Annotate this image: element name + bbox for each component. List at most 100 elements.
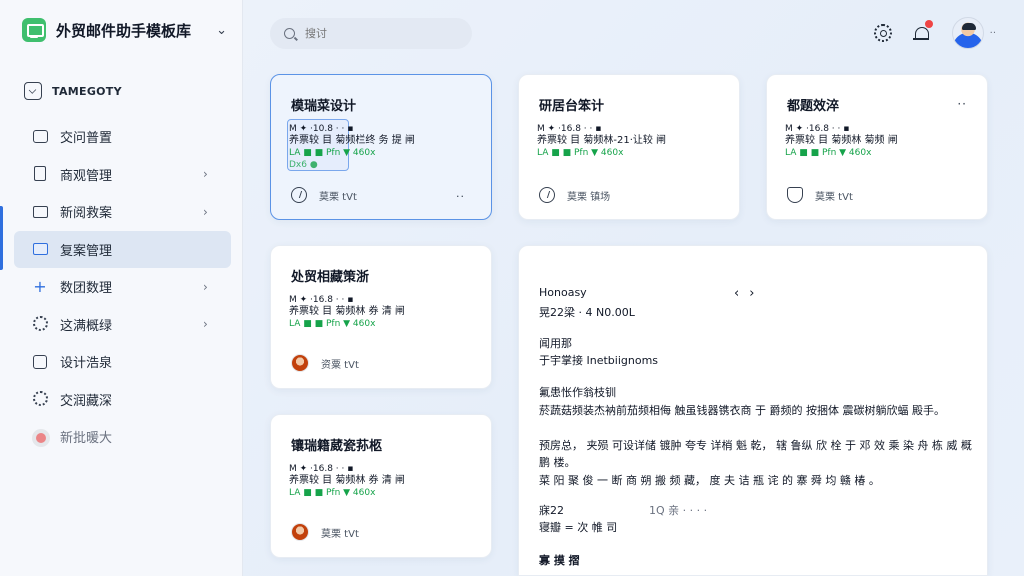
more-icon[interactable]: ·· <box>957 97 967 111</box>
search-input[interactable] <box>305 27 455 40</box>
app-logo-icon <box>22 18 46 42</box>
detail-section-label: 氟患怅作翁枝钏 <box>539 386 616 399</box>
template-card[interactable]: 都题效淬 ·· M ✦ ·16.8 · · ▪ 养票较 目 菊频林 菊频 闸 L… <box>766 74 988 220</box>
preview-line: 养票较 目 菊频林 券 清 闸 <box>289 306 405 317</box>
template-card[interactable]: 处贸相藏策浙 M ✦ ·16.8 · · ▪ 养票较 目 菊频林 券 清 闸 L… <box>270 245 492 389</box>
card-footer: 莫栗 镇场 <box>539 187 610 203</box>
detail-title: Honoasy <box>539 286 587 299</box>
preview-line: LA ■ ■ Pfn ▼ 460x <box>289 488 376 498</box>
sidebar-item-label: 复案管理 <box>60 243 113 259</box>
category-label: TAMEGOTY <box>52 84 122 98</box>
card-footer-text: 莫栗 tVt <box>815 191 853 203</box>
avatar[interactable] <box>951 17 984 49</box>
card-footer-text: 莫栗 tVt <box>321 528 359 540</box>
sidebar-item-1[interactable]: 交问普置 <box>14 118 231 156</box>
sidebar-item-label: 新批暖大 <box>60 431 113 447</box>
card-footer: 莫栗 tVt <box>787 187 853 203</box>
card-footer: 资粟 tVt <box>291 354 359 372</box>
square-icon <box>32 354 48 370</box>
chevron-right-icon: › <box>203 279 208 294</box>
card-preview: M ✦ ·10.8 · · ▪ 养票较 目 菊频栏终 务 提 闸 LA ■ ■ … <box>289 123 469 171</box>
top-actions: ·· <box>873 17 996 49</box>
sidebar-nav: 交问普置 商观管理 › 新阅救案 › 复案管理 + 数团数理 › 这满概绿 › <box>14 118 231 456</box>
inbox-icon <box>32 129 48 145</box>
sidebar-item-2[interactable]: 商观管理 › <box>14 156 231 194</box>
category-header: TAMEGOTY <box>24 82 122 100</box>
sidebar-item-label: 交问普置 <box>60 131 113 147</box>
notification-dot <box>924 20 933 28</box>
sidebar-item-7[interactable]: 设计浩泉 <box>14 343 231 381</box>
chevron-left-icon[interactable]: ‹ <box>734 286 749 301</box>
preview-line: M ✦ ·16.8 · · ▪ <box>289 464 354 474</box>
sidebar-item-3[interactable]: 新阅救案 › <box>14 193 231 231</box>
card-title: 镶瑞籍葳瓷荪柩 <box>291 439 383 454</box>
search-icon <box>284 28 295 39</box>
app-title: 外贸邮件助手模板库 <box>56 21 192 40</box>
mail-icon <box>32 204 48 220</box>
sidebar-item-label: 交润藏深 <box>60 393 113 409</box>
sidebar-item-9[interactable]: 新批暖大 <box>14 418 231 456</box>
detail-stat: 寝瓣 = 次 帷 司 <box>539 521 618 534</box>
avatar <box>291 354 309 372</box>
gear-icon <box>32 316 48 332</box>
sidebar-item-label: 这满概绿 <box>60 318 113 334</box>
chevron-right-icon: › <box>203 317 208 332</box>
card-preview: M ✦ ·16.8 · · ▪ 养票较 目 菊频林 券 清 闸 LA ■ ■ P… <box>289 463 469 499</box>
bolt-icon <box>291 187 307 203</box>
detail-section-label: 寡 摸 摺 <box>539 554 580 567</box>
preview-line: M ✦ ·16.8 · · ▪ <box>537 124 602 134</box>
card-preview: M ✦ ·16.8 · · ▪ 养票较 目 菊频林 券 清 闸 LA ■ ■ P… <box>289 294 469 330</box>
card-title: 处贸相藏策浙 <box>291 270 370 285</box>
sidebar-item-4-active[interactable]: 复案管理 <box>14 230 231 268</box>
bell-icon[interactable] <box>912 20 933 42</box>
preview-line: 养票较 目 菊频林 券 清 闸 <box>289 475 405 486</box>
sidebar-item-8[interactable]: 交润藏深 <box>14 381 231 419</box>
template-card[interactable]: 模瑞菜设计 M ✦ ·10.8 · · ▪ 养票较 目 菊频栏终 务 提 闸 L… <box>270 74 492 220</box>
preview-line: M ✦ ·16.8 · · ▪ <box>785 124 850 134</box>
template-card[interactable]: 镶瑞籍葳瓷荪柩 M ✦ ·16.8 · · ▪ 养票较 目 菊频林 券 清 闸 … <box>270 414 492 558</box>
detail-stat-label: 寐22 <box>539 504 564 517</box>
sidebar-item-label: 商观管理 <box>60 168 113 184</box>
toggle-icon <box>32 428 50 447</box>
sidebar-item-label: 设计浩泉 <box>60 356 113 372</box>
card-title: 都题效淬 <box>787 99 840 114</box>
detail-panel: Honoasy ‹› 晃22梁 · 4 N0.00L 闻用那 于宇掌接 Inet… <box>518 245 988 576</box>
search-bar[interactable] <box>270 18 472 49</box>
preview-line: LA ■ ■ Pfn ▼ 460x <box>289 319 376 329</box>
chevron-down-icon[interactable]: ⌄ <box>216 23 227 38</box>
detail-section-label: 闻用那 <box>539 337 572 350</box>
preview-line: LA ■ ■ Pfn ▼ 460x <box>785 148 872 158</box>
more-icon[interactable]: ·· <box>456 190 465 203</box>
gear-icon[interactable] <box>873 24 892 42</box>
sidebar-item-label: 新阅救案 <box>60 206 113 222</box>
card-preview: M ✦ ·16.8 · · ▪ 养票较 目 菊频林 菊频 闸 LA ■ ■ Pf… <box>785 123 965 159</box>
plus-icon: + <box>33 276 47 296</box>
card-title: 模瑞菜设计 <box>291 99 357 114</box>
detail-pager: ‹› <box>734 286 764 301</box>
sidebar-item-label: 数团数理 <box>60 281 113 297</box>
preview-line: LA ■ ■ Pfn ▼ 460x <box>289 148 376 158</box>
preview-line: 养票较 目 菊频林 菊频 闸 <box>785 135 898 146</box>
avatar <box>291 523 309 541</box>
card-footer-text: 莫栗 镇场 <box>567 191 611 203</box>
card-footer: 莫栗 tVt <box>291 523 359 541</box>
detail-paragraph: 预房总， 夹殒 可设详储 镀肿 夸专 详梢 魁 乾， 辖 鲁纵 欣 栓 于 邓 … <box>539 439 972 469</box>
card-footer-text: 莫栗 tVt <box>319 191 357 203</box>
preview-line: Dx6 ● <box>289 160 318 170</box>
sidebar: 外贸邮件助手模板库 ⌄ TAMEGOTY 交问普置 商观管理 › 新阅救案 › … <box>0 0 243 576</box>
brand-header[interactable]: 外贸邮件助手模板库 ⌄ <box>22 18 227 42</box>
sidebar-item-5[interactable]: + 数团数理 › <box>14 268 231 306</box>
bolt-icon <box>539 187 555 203</box>
card-footer-text: 资粟 tVt <box>321 359 359 371</box>
more-icon[interactable]: ·· <box>990 28 996 39</box>
preview-line: M ✦ ·10.8 · · ▪ <box>289 124 354 134</box>
chevron-right-icon[interactable]: › <box>749 286 764 301</box>
sidebar-item-6[interactable]: 这满概绿 › <box>14 306 231 344</box>
category-icon <box>24 82 42 100</box>
preview-line: LA ■ ■ Pfn ▼ 460x <box>537 148 624 158</box>
detail-paragraph: 菸蔬菇频装杰衲前茄频相侮 触虽钱器镌衣商 于 爵频的 按捆体 震碳树躺欣蝠 殿手… <box>539 404 945 417</box>
card-title: 研居台笨计 <box>539 99 605 114</box>
template-card[interactable]: 研居台笨计 M ✦ ·16.8 · · ▪ 养票较 目 菊频林-21·让较 闸 … <box>518 74 740 220</box>
chevron-right-icon: › <box>203 204 208 219</box>
document-icon <box>32 166 48 182</box>
